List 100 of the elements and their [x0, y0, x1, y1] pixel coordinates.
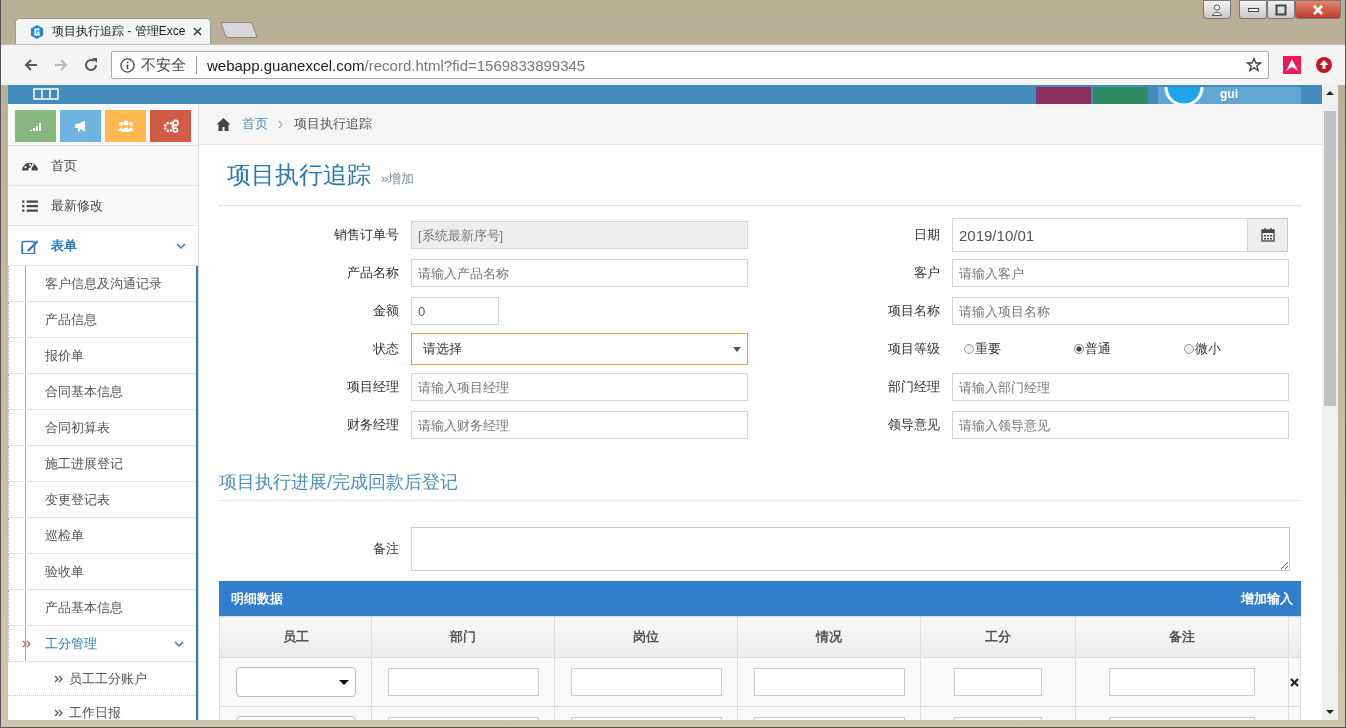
close-button[interactable]	[1295, 0, 1341, 19]
field-label: 财务经理	[346, 416, 399, 434]
column-header: 员工	[282, 629, 309, 644]
field-label: 销售订单号	[333, 226, 399, 244]
stats-button[interactable]	[15, 110, 56, 142]
double-chevron-icon	[54, 674, 63, 683]
breadcrumb-current: 项目执行追踪	[294, 115, 372, 133]
table-input[interactable]	[954, 668, 1043, 696]
text-field[interactable]: 请输入项目名称	[952, 297, 1289, 325]
list-icon	[21, 197, 39, 214]
caret-icon	[338, 679, 349, 685]
page-title: 项目执行追踪	[227, 160, 371, 190]
security-label: 不安全	[141, 55, 186, 75]
calendar-button[interactable]	[1248, 218, 1288, 252]
radio-button[interactable]	[964, 344, 974, 354]
scroll-thumb[interactable]	[1324, 111, 1336, 406]
radio-button[interactable]	[1074, 344, 1084, 354]
column-header: 岗位	[633, 629, 660, 644]
menu-item[interactable]: 产品信息	[8, 302, 196, 338]
table-input[interactable]	[570, 668, 722, 696]
url-text: webapp.guanexcel.com/record.html?fid=1569833899345	[207, 56, 586, 74]
menu-item[interactable]: 表单	[8, 226, 198, 266]
menu-item[interactable]: 首页	[8, 146, 198, 186]
signal-icon	[28, 121, 43, 131]
menu-item[interactable]: 巡检单	[8, 518, 196, 554]
select-field[interactable]: 请选择	[411, 333, 748, 365]
notes-field[interactable]	[411, 527, 1290, 571]
menu-item[interactable]: 验收单	[8, 554, 196, 590]
users-icon	[117, 120, 134, 132]
delete-icon[interactable]	[1290, 677, 1299, 687]
field-label: 项目名称	[887, 302, 940, 320]
address-bar[interactable]: 不安全 webapp.guanexcel.com/record.html?fid=1569833899345	[111, 51, 1269, 79]
table-input[interactable]	[1109, 668, 1256, 696]
home-icon[interactable]	[215, 116, 232, 132]
text-field[interactable]: 请输入财务经理	[411, 411, 748, 439]
menu-item[interactable]: 施工进展登记	[8, 446, 196, 482]
text-field[interactable]: 请输入项目经理	[411, 373, 748, 401]
chevron-down-icon	[176, 241, 186, 250]
field-label: 产品名称	[346, 264, 399, 282]
field-label: 日期	[913, 226, 940, 244]
radio-option[interactable]: 重要	[964, 340, 1074, 358]
text-field[interactable]: 请输入客户	[952, 259, 1289, 287]
radio-option[interactable]: 普通	[1074, 340, 1184, 358]
field-label: 项目等级	[887, 340, 940, 358]
maximize-button[interactable]	[1267, 0, 1295, 19]
number-field[interactable]: 0	[411, 297, 499, 325]
minimize-button[interactable]	[1239, 0, 1267, 19]
panel-title: 明细数据	[231, 589, 283, 608]
menu-item[interactable]: 合同基本信息	[8, 374, 196, 410]
double-chevron-icon	[54, 708, 63, 717]
text-field[interactable]: 请输入领导意见	[952, 411, 1289, 439]
field-label: 项目经理	[346, 378, 399, 396]
back-icon[interactable]	[23, 57, 39, 73]
radio-option[interactable]: 微小	[1184, 340, 1294, 358]
menu-item[interactable]: 员工工分账户	[8, 662, 196, 696]
scrollbar[interactable]	[1322, 85, 1338, 720]
reload-icon[interactable]	[83, 57, 99, 73]
star-icon[interactable]	[1246, 57, 1262, 73]
menu-item[interactable]: 变更登记表	[8, 482, 196, 518]
menu-item[interactable]: 工分管理	[8, 626, 196, 662]
extension-icon[interactable]	[1283, 56, 1301, 74]
menu-item[interactable]: 产品基本信息	[8, 590, 196, 626]
profile-button[interactable]	[1203, 0, 1231, 19]
menu-item[interactable]: 工作日报	[8, 696, 196, 720]
double-chevron-icon	[22, 639, 31, 648]
close-icon[interactable]	[193, 27, 203, 36]
table-input[interactable]	[753, 668, 905, 696]
field-label: 备注	[372, 540, 399, 558]
notice-button[interactable]	[60, 110, 101, 142]
text-field[interactable]: 请输入部门经理	[952, 373, 1289, 401]
info-icon[interactable]	[120, 57, 135, 73]
text-field[interactable]: 请输入产品名称	[411, 259, 748, 287]
column-header: 备注	[1169, 629, 1196, 644]
radio-button[interactable]	[1184, 344, 1194, 354]
column-header: 部门	[450, 629, 477, 644]
page-subtitle: »增加	[381, 170, 415, 188]
gears-icon	[162, 119, 179, 133]
upload-icon[interactable]	[1315, 56, 1333, 74]
date-field[interactable]: 2019/10/01	[952, 218, 1248, 252]
grid-icon[interactable]	[33, 88, 59, 100]
field-label: 状态	[372, 340, 399, 358]
field-label: 金额	[372, 302, 399, 320]
maximize-icon	[1275, 3, 1287, 16]
chevron-right-icon	[278, 119, 284, 129]
menu-item[interactable]: 报价单	[8, 338, 196, 374]
new-tab-button[interactable]	[220, 22, 259, 38]
browser-tab[interactable]: 项目执行追踪 - 管理Exce	[15, 18, 212, 44]
add-input-link[interactable]: 增加输入	[1241, 589, 1293, 608]
menu-item[interactable]: 客户信息及沟通记录	[8, 266, 196, 302]
minimize-icon	[1247, 7, 1259, 12]
close-icon	[1312, 3, 1324, 16]
section-title: 项目执行进展/完成回款后登记	[219, 442, 1301, 501]
logo-icon	[30, 23, 44, 40]
table-input[interactable]	[387, 668, 539, 696]
settings-button[interactable]	[150, 110, 191, 142]
menu-item[interactable]: 合同初算表	[8, 410, 196, 446]
field-label: 部门经理	[887, 378, 940, 396]
select-field[interactable]	[235, 667, 356, 697]
chevron-down-icon	[174, 639, 184, 648]
column-header: 工分	[985, 629, 1012, 644]
